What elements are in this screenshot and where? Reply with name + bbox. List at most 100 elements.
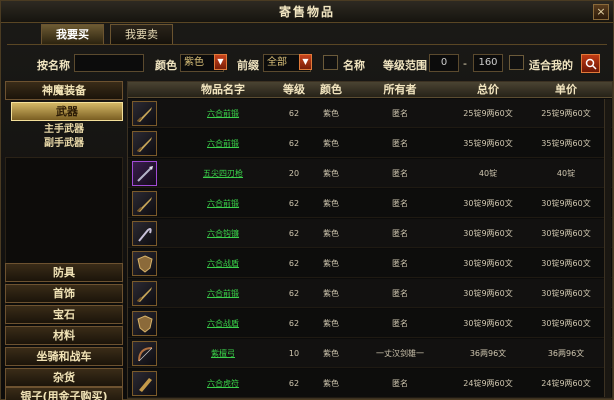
category-silver[interactable]: 银子(用金子购买) <box>5 387 123 400</box>
sword-icon[interactable] <box>132 281 157 306</box>
item-name-link[interactable]: 六合战盾 <box>168 317 278 330</box>
table-row[interactable]: 紫檀弓 10 紫色 一丈汉剑雄一 36两96文 36两96文 <box>128 339 612 368</box>
color-filter-label: 颜色 <box>155 59 177 72</box>
category-materials[interactable]: 材料 <box>5 326 123 345</box>
item-table: 物品名字 等级 颜色 所有者 总价 单价 六合前锻 62 紫色 匿名 25锭9两60文 2… <box>127 81 613 399</box>
item-total-price: 30锭9两60文 <box>463 199 513 208</box>
item-name-link[interactable]: 紫檀弓 <box>168 347 278 360</box>
category-armor[interactable]: 防具 <box>5 263 123 282</box>
tab-buy[interactable]: 我要买 <box>41 24 104 44</box>
table-row[interactable]: 六合前锻 62 紫色 匿名 25锭9两60文 25锭9两60文 <box>128 99 612 128</box>
header-total-price[interactable]: 总价 <box>448 82 528 98</box>
item-name-link[interactable]: 五尖四刃枪 <box>168 167 278 180</box>
item-color: 紫色 <box>323 169 339 178</box>
item-owner: 匿名 <box>392 289 408 298</box>
suitable-checkbox[interactable] <box>509 55 524 70</box>
name-checkbox[interactable] <box>323 55 338 70</box>
item-unit-price: 30锭9两60文 <box>541 199 591 208</box>
item-owner: 匿名 <box>392 109 408 118</box>
item-total-price: 24锭9两60文 <box>463 379 513 388</box>
item-color: 紫色 <box>323 139 339 148</box>
item-name-link[interactable]: 六合前锻 <box>168 197 278 210</box>
item-name-link[interactable]: 六合战盾 <box>168 257 278 270</box>
name-filter-label: 按名称 <box>37 59 70 72</box>
item-name-link[interactable]: 六合虎符 <box>168 377 278 390</box>
range-separator: - <box>463 57 467 70</box>
filter-bar: 按名称 颜色 紫色 ▼ 前缀 全部 ▼ 名称 等级范围 0 - 160 适合我的 <box>1 53 614 75</box>
header-color[interactable]: 颜色 <box>310 82 352 98</box>
item-color: 紫色 <box>323 259 339 268</box>
title-bar: 寄售物品 × <box>1 1 613 23</box>
item-level: 62 <box>288 229 300 238</box>
item-owner: 匿名 <box>392 319 408 328</box>
item-name-link[interactable]: 六合前锻 <box>168 137 278 150</box>
tiger-talisman-icon[interactable] <box>132 371 157 396</box>
category-mounts[interactable]: 坐骑和战车 <box>5 347 123 366</box>
item-unit-price: 25锭9两60文 <box>541 109 591 118</box>
table-row[interactable]: 六合钩镰 62 紫色 匿名 30锭9两60文 30锭9两60文 <box>128 219 612 248</box>
header-item-name[interactable]: 物品名字 <box>168 82 278 98</box>
category-misc[interactable]: 杂货 <box>5 368 123 387</box>
item-level: 62 <box>288 379 300 388</box>
category-gems[interactable]: 宝石 <box>5 305 123 324</box>
item-level: 62 <box>288 199 300 208</box>
category-sidebar: 神魔装备 武器 主手武器 副手武器 防具 首饰 宝石 材料 坐骑和战车 杂货 银… <box>5 81 123 400</box>
level-min-input[interactable]: 0 <box>429 54 459 72</box>
item-name-link[interactable]: 六合前锻 <box>168 287 278 300</box>
item-owner: 一丈汉剑雄一 <box>376 349 424 358</box>
item-total-price: 35锭9两60文 <box>463 139 513 148</box>
item-owner: 匿名 <box>392 379 408 388</box>
name-filter-input[interactable] <box>74 54 144 72</box>
level-max-input[interactable]: 160 <box>473 54 503 72</box>
item-owner: 匿名 <box>392 199 408 208</box>
table-row[interactable]: 六合虎符 62 紫色 匿名 24锭9两60文 24锭9两60文 <box>128 369 612 398</box>
item-level: 62 <box>288 289 300 298</box>
category-jewelry[interactable]: 首饰 <box>5 284 123 303</box>
bow-icon[interactable] <box>132 341 157 366</box>
table-row[interactable]: 六合前锻 62 紫色 匿名 30锭9两60文 30锭9两60文 <box>128 279 612 308</box>
table-row[interactable]: 五尖四刃枪 20 紫色 匿名 40锭 40锭 <box>128 159 612 188</box>
search-button[interactable] <box>581 54 600 73</box>
item-owner: 匿名 <box>392 259 408 268</box>
shield-icon[interactable] <box>132 311 157 336</box>
prefix-dropdown-icon[interactable]: ▼ <box>299 54 312 70</box>
subcategory-off-hand[interactable]: 副手武器 <box>5 137 123 150</box>
item-level: 10 <box>288 349 300 358</box>
item-color: 紫色 <box>323 199 339 208</box>
sword-icon[interactable] <box>132 101 157 126</box>
item-total-price: 36两96文 <box>469 349 507 358</box>
color-dropdown-icon[interactable]: ▼ <box>214 54 227 70</box>
tab-sell[interactable]: 我要卖 <box>110 24 173 44</box>
item-unit-price: 30锭9两60文 <box>541 319 591 328</box>
table-row[interactable]: 六合战盾 62 紫色 匿名 30锭9两60文 30锭9两60文 <box>128 309 612 338</box>
header-owner[interactable]: 所有者 <box>352 82 448 98</box>
item-color: 紫色 <box>323 349 339 358</box>
table-row[interactable]: 六合前锻 62 紫色 匿名 35锭9两60文 35锭9两60文 <box>128 129 612 158</box>
item-level: 20 <box>288 169 300 178</box>
header-unit-price[interactable]: 单价 <box>528 82 604 98</box>
item-level: 62 <box>288 319 300 328</box>
suitable-label: 适合我的 <box>529 59 573 72</box>
shield-icon[interactable] <box>132 251 157 276</box>
item-owner: 匿名 <box>392 139 408 148</box>
category-weapons[interactable]: 武器 <box>11 102 123 121</box>
item-unit-price: 24锭9两60文 <box>541 379 591 388</box>
item-unit-price: 30锭9两60文 <box>541 289 591 298</box>
item-name-link[interactable]: 六合钩镰 <box>168 227 278 240</box>
header-level[interactable]: 等级 <box>278 82 310 98</box>
table-row[interactable]: 六合前锻 62 紫色 匿名 30锭9两60文 30锭9两60文 <box>128 189 612 218</box>
name-checkbox-label: 名称 <box>343 59 365 72</box>
hook-icon[interactable] <box>132 221 157 246</box>
consignment-window: 寄售物品 × 我要买 我要卖 按名称 颜色 紫色 ▼ 前缀 全部 ▼ 名称 等级… <box>0 0 614 400</box>
sword-icon[interactable] <box>132 131 157 156</box>
subcategory-main-hand[interactable]: 主手武器 <box>5 123 123 136</box>
item-name-link[interactable]: 六合前锻 <box>168 107 278 120</box>
close-button[interactable]: × <box>593 4 609 20</box>
search-icon <box>585 58 597 70</box>
table-row[interactable]: 六合战盾 62 紫色 匿名 30锭9两60文 30锭9两60文 <box>128 249 612 278</box>
spear-icon[interactable] <box>132 161 157 186</box>
table-scrollbar[interactable] <box>604 99 611 397</box>
prefix-filter-label: 前缀 <box>237 59 259 72</box>
category-divine-equipment[interactable]: 神魔装备 <box>5 81 123 100</box>
sword-icon[interactable] <box>132 191 157 216</box>
